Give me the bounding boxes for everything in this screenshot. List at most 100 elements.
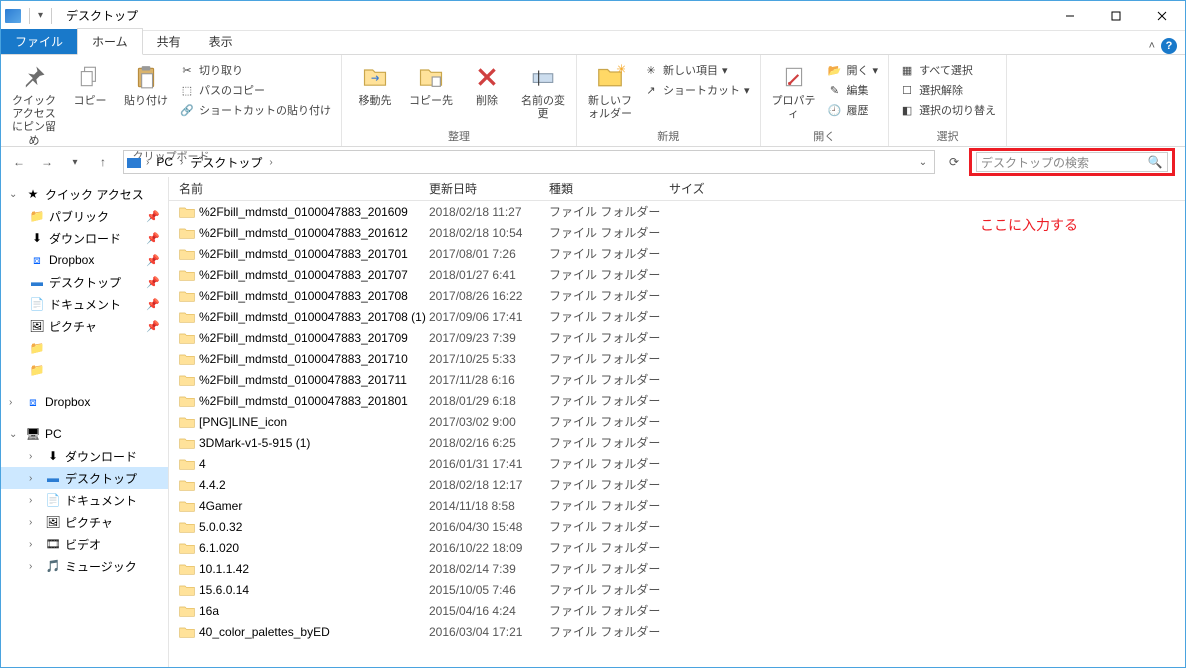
chevron-icon[interactable]: ›	[178, 157, 185, 168]
folder-icon	[179, 583, 195, 597]
copyto-button[interactable]: コピー先	[404, 57, 458, 108]
column-type[interactable]: 種類	[549, 180, 669, 197]
sidebar-pc-videos[interactable]: ›🎞ビデオ	[1, 533, 168, 555]
address-dropdown[interactable]: ⌄	[914, 157, 932, 168]
help-icon[interactable]: ?	[1161, 38, 1177, 54]
history-icon: 🕘	[827, 102, 843, 118]
column-date[interactable]: 更新日時	[429, 180, 549, 197]
file-row[interactable]: %2Fbill_mdmstd_0100047883_2017012017/08/…	[179, 243, 1185, 264]
chevron-icon[interactable]: ›	[144, 157, 151, 168]
selectnone-button[interactable]: ☐選択解除	[895, 81, 1000, 99]
pasteshortcut-button[interactable]: 🔗ショートカットの貼り付け	[175, 101, 335, 119]
tab-file[interactable]: ファイル	[1, 29, 77, 54]
breadcrumb-desktop[interactable]: デスクトップ	[187, 154, 265, 171]
desktop-icon: ▬	[29, 274, 45, 290]
open-button[interactable]: 📂開く ▾	[823, 61, 883, 79]
sidebar-pc-downloads[interactable]: ›⬇ダウンロード	[1, 445, 168, 467]
sidebar-extra1[interactable]: 📁	[1, 337, 168, 359]
recent-dropdown[interactable]: ▾	[63, 150, 87, 174]
file-date: 2017/09/06 17:41	[429, 310, 549, 324]
history-button[interactable]: 🕘履歴	[823, 101, 883, 119]
sidebar-pc-documents[interactable]: ›📄ドキュメント	[1, 489, 168, 511]
ribbon-collapse-icon[interactable]: ˄	[1149, 40, 1155, 52]
file-row[interactable]: 6.1.0202016/10/22 18:09ファイル フォルダー	[179, 537, 1185, 558]
music-icon: 🎵	[45, 558, 61, 574]
tab-share[interactable]: 共有	[143, 29, 195, 54]
invert-button[interactable]: ◧選択の切り替え	[895, 101, 1000, 119]
file-row[interactable]: %2Fbill_mdmstd_0100047883_201708 (1)2017…	[179, 306, 1185, 327]
delete-button[interactable]: 削除	[460, 57, 514, 108]
sidebar-pc-desktop[interactable]: ›▬デスクトップ	[1, 467, 168, 489]
column-name[interactable]: 名前	[179, 180, 429, 197]
sidebar-documents[interactable]: 📄ドキュメント📌	[1, 293, 168, 315]
file-row[interactable]: [PNG]LINE_icon2017/03/02 9:00ファイル フォルダー	[179, 411, 1185, 432]
address-bar[interactable]: › PC › デスクトップ › ⌄	[123, 150, 935, 174]
file-row[interactable]: 10.1.1.422018/02/14 7:39ファイル フォルダー	[179, 558, 1185, 579]
file-row[interactable]: %2Fbill_mdmstd_0100047883_2018012018/01/…	[179, 390, 1185, 411]
search-input[interactable]: デスクトップの検索 🔍	[976, 152, 1168, 172]
properties-button[interactable]: プロパティ	[767, 57, 821, 121]
qat-dropdown[interactable]: ▾	[38, 10, 43, 21]
up-button[interactable]: ↑	[91, 150, 115, 174]
file-row[interactable]: 15.6.0.142015/10/05 7:46ファイル フォルダー	[179, 579, 1185, 600]
back-button[interactable]: ←	[7, 150, 31, 174]
rename-button[interactable]: 名前の変更	[516, 57, 570, 121]
file-row[interactable]: %2Fbill_mdmstd_0100047883_2017082017/08/…	[179, 285, 1185, 306]
file-row[interactable]: %2Fbill_mdmstd_0100047883_2017102017/10/…	[179, 348, 1185, 369]
file-name: [PNG]LINE_icon	[199, 415, 287, 429]
file-name: %2Fbill_mdmstd_0100047883_201710	[199, 352, 408, 366]
file-date: 2017/11/28 6:16	[429, 373, 549, 387]
file-row[interactable]: %2Fbill_mdmstd_0100047883_201711 2017/11/…	[179, 369, 1185, 390]
file-row[interactable]: 5.0.0.322016/04/30 15:48ファイル フォルダー	[179, 516, 1185, 537]
file-row[interactable]: 3DMark-v1-5-915 (1)2018/02/16 6:25ファイル フ…	[179, 432, 1185, 453]
copypath-button[interactable]: ⬚パスのコピー	[175, 81, 335, 99]
selectall-button[interactable]: ▦すべて選択	[895, 61, 1000, 79]
file-name: %2Fbill_mdmstd_0100047883_201711	[199, 373, 407, 387]
sidebar-dropbox-root[interactable]: ›⧈Dropbox	[1, 391, 168, 413]
newfolder-icon: ✳	[594, 61, 626, 93]
edit-button[interactable]: ✎編集	[823, 81, 883, 99]
sidebar-extra2[interactable]: 📁	[1, 359, 168, 381]
close-button[interactable]	[1139, 1, 1185, 31]
file-name: 3DMark-v1-5-915 (1)	[199, 436, 310, 450]
file-row[interactable]: %2Fbill_mdmstd_0100047883_2017092017/09/…	[179, 327, 1185, 348]
file-row[interactable]: 4.4.22018/02/18 12:17ファイル フォルダー	[179, 474, 1185, 495]
dropbox-icon: ⧈	[29, 252, 45, 268]
minimize-button[interactable]	[1047, 1, 1093, 31]
column-size[interactable]: サイズ	[669, 180, 749, 197]
edit-icon: ✎	[827, 82, 843, 98]
pin-icon: 📌	[146, 232, 160, 245]
cut-button[interactable]: ✂切り取り	[175, 61, 335, 79]
newfolder-button[interactable]: ✳新しいフォルダー	[583, 57, 637, 121]
tab-view[interactable]: 表示	[195, 29, 247, 54]
chevron-icon[interactable]: ›	[267, 157, 274, 168]
sidebar-desktop[interactable]: ▬デスクトップ📌	[1, 271, 168, 293]
sidebar-downloads[interactable]: ⬇ダウンロード📌	[1, 227, 168, 249]
window-title: デスクトップ	[66, 7, 138, 24]
sidebar-pc-pictures[interactable]: ›🖼ピクチャ	[1, 511, 168, 533]
copy-button[interactable]: コピー	[63, 57, 117, 108]
file-list: %2Fbill_mdmstd_0100047883_2016092018/02/…	[169, 201, 1185, 667]
file-row[interactable]: 42016/01/31 17:41ファイル フォルダー	[179, 453, 1185, 474]
folder-icon: 📁	[29, 208, 45, 224]
sidebar-dropbox[interactable]: ⧈Dropbox📌	[1, 249, 168, 271]
newitem-button[interactable]: ✳新しい項目 ▾	[639, 61, 754, 79]
paste-button[interactable]: 貼り付け	[119, 57, 173, 108]
sidebar-pc-music[interactable]: ›🎵ミュージック	[1, 555, 168, 577]
file-row[interactable]: %2Fbill_mdmstd_0100047883_2017072018/01/…	[179, 264, 1185, 285]
sidebar-pc[interactable]: ⌄🖥PC	[1, 423, 168, 445]
pin-quickaccess-button[interactable]: クイック アクセスにピン留め	[7, 57, 61, 148]
breadcrumb-pc[interactable]: PC	[153, 155, 176, 169]
tab-home[interactable]: ホーム	[77, 28, 143, 55]
sidebar-pictures[interactable]: 🖼ピクチャ📌	[1, 315, 168, 337]
maximize-button[interactable]	[1093, 1, 1139, 31]
forward-button[interactable]: →	[35, 150, 59, 174]
file-row[interactable]: 40_color_palettes_byED2016/03/04 17:21ファ…	[179, 621, 1185, 642]
file-row[interactable]: 4Gamer2014/11/18 8:58ファイル フォルダー	[179, 495, 1185, 516]
sidebar-quickaccess[interactable]: ⌄★クイック アクセス	[1, 183, 168, 205]
sidebar-public[interactable]: 📁パブリック📌	[1, 205, 168, 227]
new-shortcut-button[interactable]: ↗ショートカット ▾	[639, 81, 754, 99]
file-row[interactable]: 16a2015/04/16 4:24ファイル フォルダー	[179, 600, 1185, 621]
moveto-button[interactable]: 移動先	[348, 57, 402, 108]
refresh-button[interactable]: ⟳	[943, 155, 965, 169]
